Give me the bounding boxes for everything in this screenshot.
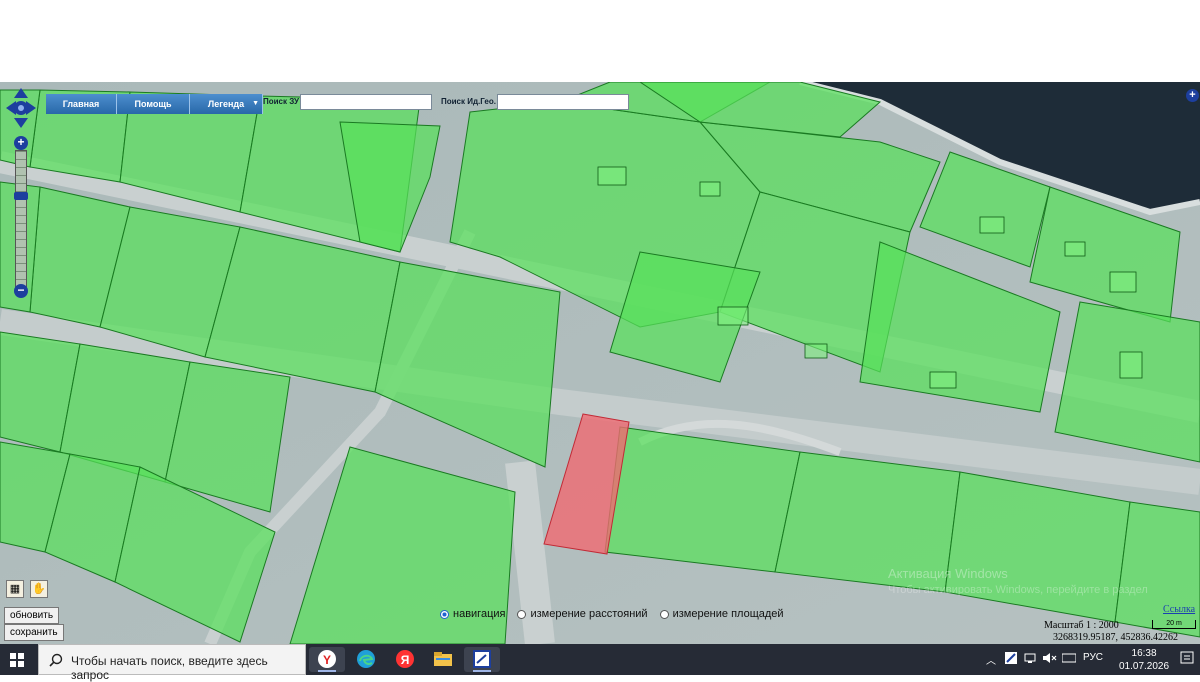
land-parcel bbox=[1114, 501, 1200, 638]
zoom-handle[interactable] bbox=[14, 192, 28, 200]
svg-text:Я: Я bbox=[401, 653, 410, 667]
navigation-radio[interactable] bbox=[440, 609, 449, 619]
link-button[interactable]: Ссылка bbox=[1163, 604, 1195, 615]
edge-browser-icon[interactable] bbox=[348, 647, 384, 672]
chevron-down-icon: ▼ bbox=[252, 100, 259, 107]
taskbar: Чтобы начать поиск, введите здесь запрос… bbox=[0, 644, 1200, 682]
app-window-icon[interactable] bbox=[464, 647, 500, 672]
search-zu-label: Поиск ЗУ bbox=[263, 97, 299, 106]
clock-time: 16:38 bbox=[1131, 648, 1157, 659]
taskbar-search-placeholder: Чтобы начать поиск, введите здесь запрос bbox=[71, 654, 268, 682]
windows-start-icon[interactable] bbox=[10, 653, 24, 667]
taskbar-search-box[interactable]: Чтобы начать поиск, введите здесь запрос bbox=[38, 644, 306, 682]
clock-date: 01.07.2026 bbox=[1119, 661, 1170, 672]
search-geo-input[interactable] bbox=[497, 94, 629, 110]
mode-selector: навигация измерение расстояний измерение… bbox=[440, 608, 784, 620]
legend-button[interactable]: Легенда ▼ bbox=[190, 94, 263, 114]
main-button[interactable]: Главная bbox=[46, 94, 117, 114]
network-app-icon[interactable] bbox=[1005, 652, 1017, 667]
navigation-label: навигация bbox=[453, 608, 506, 620]
search-zu-input[interactable] bbox=[300, 94, 432, 110]
zoom-slider[interactable]: + − bbox=[14, 136, 28, 298]
clock[interactable]: 16:38 01.07.2026 bbox=[1119, 647, 1169, 673]
map-view[interactable] bbox=[0, 82, 1200, 644]
layer-switcher-icon[interactable]: + bbox=[1186, 89, 1199, 102]
keyboard-icon[interactable] bbox=[1061, 652, 1077, 667]
area-radio[interactable] bbox=[659, 609, 669, 619]
search-geo-label: Поиск Ид.Гео. bbox=[441, 97, 496, 106]
area-label: измерение площадей bbox=[672, 608, 784, 620]
refresh-button[interactable]: обновить bbox=[4, 607, 60, 624]
main-toolbar: Главная Помощь Легенда ▼ bbox=[46, 94, 263, 114]
volume-muted-icon[interactable] bbox=[1043, 652, 1057, 667]
legend-label: Легенда bbox=[207, 99, 245, 109]
notification-icon[interactable] bbox=[1180, 650, 1194, 669]
scalebar: 20 m bbox=[1152, 620, 1196, 629]
distance-label: измерение расстояний bbox=[530, 608, 648, 620]
activation-watermark-detail: Чтобы активировать Windows, перейдите в … bbox=[888, 584, 1148, 596]
zoom-rail bbox=[15, 150, 27, 290]
svg-text:Y: Y bbox=[323, 653, 331, 667]
map-canvas[interactable] bbox=[0, 82, 1200, 644]
zoom-out-icon[interactable]: − bbox=[14, 284, 28, 298]
yandex-browser-icon[interactable]: Y bbox=[309, 647, 345, 672]
hand-pan-icon[interactable]: ✋ bbox=[30, 580, 48, 598]
distance-radio[interactable] bbox=[517, 609, 527, 619]
chevron-up-icon[interactable]: ︿ bbox=[986, 652, 996, 667]
map-tool-icon[interactable]: ▦ bbox=[6, 580, 24, 598]
pan-arrows-icon[interactable] bbox=[6, 88, 36, 128]
language-indicator[interactable]: РУС bbox=[1083, 652, 1103, 663]
scale-label: Масштаб 1 : 2000 bbox=[1044, 620, 1119, 631]
file-explorer-icon[interactable] bbox=[425, 647, 461, 672]
save-button[interactable]: сохранить bbox=[4, 624, 64, 641]
wifi-icon[interactable] bbox=[1024, 652, 1036, 667]
yandex-icon[interactable]: Я bbox=[387, 647, 423, 672]
coordinates-readout: 3268319.95187, 452836.42262 bbox=[1053, 632, 1178, 643]
activation-watermark: Активация Windows bbox=[888, 566, 1008, 581]
zoom-in-icon[interactable]: + bbox=[14, 136, 28, 150]
land-parcel bbox=[604, 426, 801, 573]
help-button[interactable]: Помощь bbox=[117, 94, 190, 114]
search-icon bbox=[49, 653, 63, 667]
